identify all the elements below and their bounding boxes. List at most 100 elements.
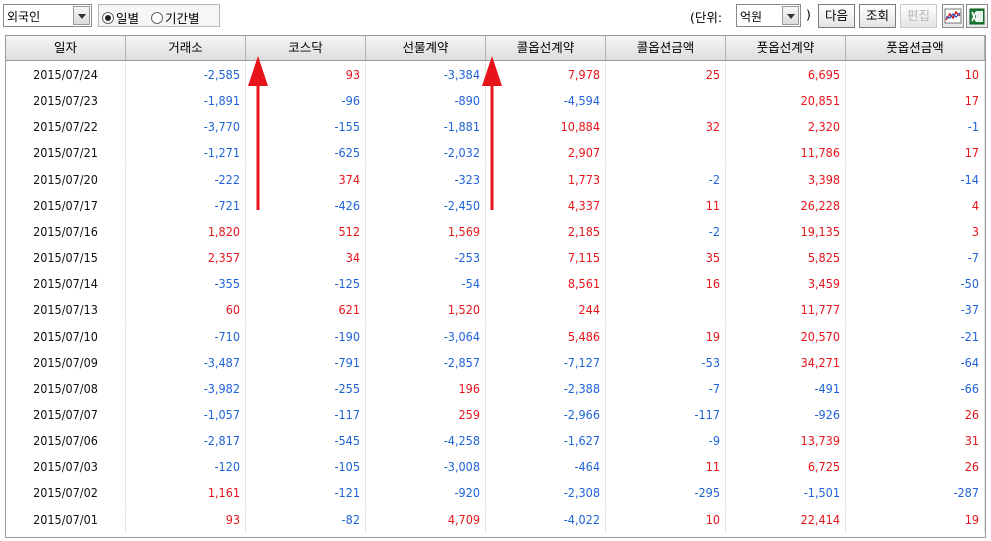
table-row[interactable]: 2015/07/10 -710 -190 -3,064 5,486 19 20,570 -21 xyxy=(6,324,985,350)
table-row[interactable]: 2015/07/07 -1,057 -117 259 -2,966 -117 -926 26 xyxy=(6,402,985,428)
radio-period-label: 기간별 xyxy=(165,11,200,26)
unit-select-value: 억원 xyxy=(740,10,763,24)
value-cell: -4,258 xyxy=(366,428,486,454)
header-col-put-option-amount[interactable]: 풋옵션금액 xyxy=(846,36,985,60)
value-cell: -1,501 xyxy=(726,480,846,506)
value-cell: -54 xyxy=(366,271,486,297)
table-row[interactable]: 2015/07/16 1,820 512 1,569 2,185 -2 19,135 3 xyxy=(6,219,985,245)
value-cell: -120 xyxy=(126,454,246,480)
value-cell: -920 xyxy=(366,480,486,506)
table-row[interactable]: 2015/07/02 1,161 -121 -920 -2,308 -295 -1,501-… xyxy=(6,480,985,506)
value-cell: -295 xyxy=(606,480,726,506)
table-row[interactable]: 2015/07/08 -3,982 -255 196 -2,388 -7 -491 -66 xyxy=(6,376,985,402)
table-row[interactable]: 2015/07/01 93 -82 4,709 -4,022 10 22,414 19 xyxy=(6,507,985,533)
value-cell: 19 xyxy=(606,324,726,350)
unit-select[interactable]: 억원 xyxy=(736,4,801,27)
value-cell: -2,032 xyxy=(366,140,486,166)
value-cell: 1,161 xyxy=(126,480,246,506)
radio-period[interactable]: 기간별 xyxy=(151,8,200,27)
header-col-put-option-contracts[interactable]: 풋옵선계약 xyxy=(726,36,846,60)
value-cell: 20,851 xyxy=(726,88,846,114)
value-cell: 1,569 xyxy=(366,219,486,245)
chevron-down-icon[interactable] xyxy=(73,6,90,25)
excel-icon[interactable] xyxy=(966,4,988,28)
value-cell: -3,008 xyxy=(366,454,486,480)
value-cell xyxy=(606,140,726,166)
date-cell: 2015/07/13 xyxy=(6,297,126,323)
value-cell: -4,022 xyxy=(486,507,606,533)
value-cell: 11,786 xyxy=(726,140,846,166)
radio-selected-icon xyxy=(102,12,114,24)
value-cell: 13,739 xyxy=(726,428,846,454)
date-cell: 2015/07/14 xyxy=(6,271,126,297)
value-cell: 5,825 xyxy=(726,245,846,271)
value-cell: -255 xyxy=(246,376,366,402)
date-cell: 2015/07/16 xyxy=(6,219,126,245)
date-cell: 2015/07/24 xyxy=(6,62,126,88)
value-cell: 34 xyxy=(246,245,366,271)
header-col-date[interactable]: 일자 xyxy=(6,36,126,60)
chevron-down-icon[interactable] xyxy=(782,6,799,25)
value-cell: -464 xyxy=(486,454,606,480)
date-cell: 2015/07/01 xyxy=(6,507,126,533)
header-col-call-option-amount[interactable]: 콜옵션금액 xyxy=(606,36,726,60)
header-col-call-option-contracts[interactable]: 콜옵선계약 xyxy=(486,36,606,60)
value-cell: 34,271 xyxy=(726,350,846,376)
value-cell: 2,320 xyxy=(726,114,846,140)
value-cell: 11 xyxy=(606,193,726,219)
next-button[interactable]: 다음 xyxy=(818,4,855,28)
value-cell: 3 xyxy=(846,219,985,245)
table-row[interactable]: 2015/07/14 -355 -125 -54 8,561 16 3,459 -50 xyxy=(6,271,985,297)
value-cell: 31 xyxy=(846,428,985,454)
edit-button[interactable]: 편집 xyxy=(900,4,937,28)
value-cell: -222 xyxy=(126,167,246,193)
value-cell: -117 xyxy=(246,402,366,428)
date-cell: 2015/07/15 xyxy=(6,245,126,271)
date-cell: 2015/07/22 xyxy=(6,114,126,140)
value-cell: -66 xyxy=(846,376,985,402)
date-cell: 2015/07/02 xyxy=(6,480,126,506)
date-cell: 2015/07/08 xyxy=(6,376,126,402)
value-cell: -791 xyxy=(246,350,366,376)
line-chart-icon[interactable] xyxy=(942,4,964,28)
value-cell: -82 xyxy=(246,507,366,533)
value-cell: -2 xyxy=(606,167,726,193)
header-col-futures-contracts[interactable]: 선물계약 xyxy=(366,36,486,60)
value-cell: 26,228 xyxy=(726,193,846,219)
value-cell xyxy=(606,297,726,323)
value-cell: 26 xyxy=(846,454,985,480)
value-cell: 259 xyxy=(366,402,486,428)
date-cell: 2015/07/07 xyxy=(6,402,126,428)
table-row[interactable]: 2015/07/15 2,357 34 -253 7,115 35 5,825 -7 xyxy=(6,245,985,271)
value-cell: 6,695 xyxy=(726,62,846,88)
value-cell: -2,966 xyxy=(486,402,606,428)
value-cell: -3,487 xyxy=(126,350,246,376)
value-cell: 2,357 xyxy=(126,245,246,271)
header-col-exchange[interactable]: 거래소 xyxy=(126,36,246,60)
table-row[interactable]: 2015/07/06 -2,817 -545 -4,258 -1,627 -9 13,739… xyxy=(6,428,985,454)
value-cell: 7,978 xyxy=(486,62,606,88)
value-cell: -105 xyxy=(246,454,366,480)
value-cell: 22,414 xyxy=(726,507,846,533)
value-cell: -64 xyxy=(846,350,985,376)
value-cell: 4,337 xyxy=(486,193,606,219)
red-arrow-annotation xyxy=(248,56,268,210)
investor-select[interactable]: 외국인 xyxy=(3,4,92,27)
value-cell: -21 xyxy=(846,324,985,350)
table-row[interactable]: 2015/07/03 -120 -105 -3,008 -464 11 6,725 26 xyxy=(6,454,985,480)
value-cell: 1,773 xyxy=(486,167,606,193)
value-cell: -890 xyxy=(366,88,486,114)
value-cell: -1 xyxy=(846,114,985,140)
table-row[interactable]: 2015/07/09 -3,487 -791 -2,857 -7,127 -53 34,27… xyxy=(6,350,985,376)
radio-daily[interactable]: 일별 xyxy=(102,8,139,27)
value-cell: -125 xyxy=(246,271,366,297)
value-cell: 512 xyxy=(246,219,366,245)
value-cell: 25 xyxy=(606,62,726,88)
query-button[interactable]: 조회 xyxy=(859,4,896,28)
value-cell: -2,308 xyxy=(486,480,606,506)
value-cell: -3,064 xyxy=(366,324,486,350)
value-cell xyxy=(606,88,726,114)
value-cell: -53 xyxy=(606,350,726,376)
unit-prefix-label: (단위: xyxy=(690,10,723,25)
table-row[interactable]: 2015/07/13 60 621 1,520 244 11,777 -37 xyxy=(6,297,985,323)
